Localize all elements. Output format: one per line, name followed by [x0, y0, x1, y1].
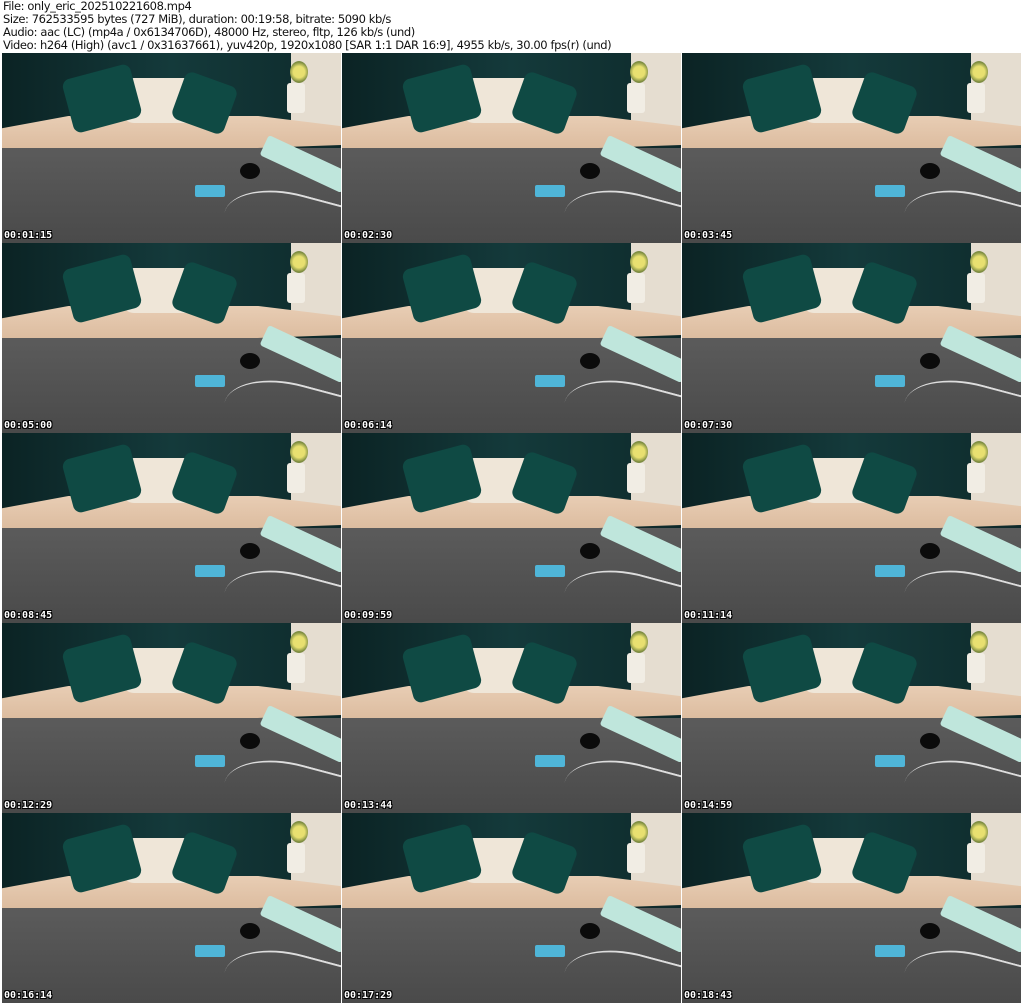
- video-thumbnail[interactable]: 00:08:45: [2, 433, 341, 623]
- flowers: [290, 821, 308, 843]
- vase: [967, 463, 985, 493]
- flowers: [630, 631, 648, 653]
- vase: [967, 273, 985, 303]
- vase: [287, 273, 305, 303]
- device: [195, 755, 225, 767]
- timestamp: 00:09:59: [344, 610, 393, 621]
- vase: [627, 843, 645, 873]
- mouse: [920, 163, 940, 179]
- thumbnail-grid: 00:01:15 00:02:30 00:03:45 00:05:00 00:06:14…: [2, 53, 1021, 1003]
- device: [535, 755, 565, 767]
- flowers: [290, 251, 308, 273]
- timestamp: 00:16:14: [4, 990, 53, 1001]
- device: [535, 375, 565, 387]
- mouse: [240, 163, 260, 179]
- video-thumbnail[interactable]: 00:17:29: [342, 813, 681, 1003]
- timestamp: 00:05:00: [4, 420, 53, 431]
- vase: [287, 83, 305, 113]
- video-thumbnail[interactable]: 00:03:45: [682, 53, 1021, 243]
- mouse: [920, 923, 940, 939]
- mouse: [580, 733, 600, 749]
- device: [875, 375, 905, 387]
- mouse: [580, 163, 600, 179]
- vase: [967, 653, 985, 683]
- video-thumbnail[interactable]: 00:05:00: [2, 243, 341, 433]
- video-thumbnail[interactable]: 00:01:15: [2, 53, 341, 243]
- vase: [627, 273, 645, 303]
- vase: [287, 463, 305, 493]
- vase: [627, 463, 645, 493]
- mouse: [920, 543, 940, 559]
- video-thumbnail[interactable]: 00:09:59: [342, 433, 681, 623]
- mouse: [580, 923, 600, 939]
- file-info: File: only_eric_202510221608.mp4 Size: 7…: [3, 0, 612, 52]
- flowers: [970, 441, 988, 463]
- flowers: [630, 251, 648, 273]
- device: [195, 565, 225, 577]
- timestamp: 00:01:15: [4, 230, 53, 241]
- flowers: [970, 631, 988, 653]
- device: [875, 755, 905, 767]
- device: [875, 945, 905, 957]
- video-thumbnail[interactable]: 00:11:14: [682, 433, 1021, 623]
- timestamp: 00:08:45: [4, 610, 53, 621]
- vase: [967, 843, 985, 873]
- timestamp: 00:03:45: [684, 230, 733, 241]
- device: [195, 185, 225, 197]
- video-thumbnail[interactable]: 00:07:30: [682, 243, 1021, 433]
- video-thumbnail[interactable]: 00:16:14: [2, 813, 341, 1003]
- device: [535, 185, 565, 197]
- video-thumbnail[interactable]: 00:12:29: [2, 623, 341, 813]
- device: [535, 945, 565, 957]
- timestamp: 00:14:59: [684, 800, 733, 811]
- timestamp: 00:06:14: [344, 420, 393, 431]
- mouse: [240, 353, 260, 369]
- mouse: [240, 733, 260, 749]
- vase: [627, 653, 645, 683]
- timestamp: 00:18:43: [684, 990, 733, 1001]
- timestamp: 00:17:29: [344, 990, 393, 1001]
- flowers: [290, 631, 308, 653]
- flowers: [290, 441, 308, 463]
- flowers: [630, 441, 648, 463]
- video-thumbnail[interactable]: 00:13:44: [342, 623, 681, 813]
- video-thumbnail[interactable]: 00:06:14: [342, 243, 681, 433]
- flowers: [630, 61, 648, 83]
- device: [875, 185, 905, 197]
- flowers: [970, 821, 988, 843]
- device: [195, 945, 225, 957]
- vase: [627, 83, 645, 113]
- mouse: [580, 353, 600, 369]
- flowers: [290, 61, 308, 83]
- timestamp: 00:12:29: [4, 800, 53, 811]
- video-thumbnail[interactable]: 00:14:59: [682, 623, 1021, 813]
- device: [195, 375, 225, 387]
- mouse: [580, 543, 600, 559]
- vase: [287, 653, 305, 683]
- timestamp: 00:13:44: [344, 800, 393, 811]
- video-info: Video: h264 (High) (avc1 / 0x31637661), …: [3, 38, 612, 52]
- device: [875, 565, 905, 577]
- flowers: [970, 251, 988, 273]
- video-thumbnail[interactable]: 00:02:30: [342, 53, 681, 243]
- mouse: [920, 353, 940, 369]
- flowers: [630, 821, 648, 843]
- vase: [967, 83, 985, 113]
- timestamp: 00:11:14: [684, 610, 733, 621]
- device: [535, 565, 565, 577]
- video-thumbnail[interactable]: 00:18:43: [682, 813, 1021, 1003]
- mouse: [920, 733, 940, 749]
- flowers: [970, 61, 988, 83]
- mouse: [240, 543, 260, 559]
- mouse: [240, 923, 260, 939]
- timestamp: 00:07:30: [684, 420, 733, 431]
- vase: [287, 843, 305, 873]
- timestamp: 00:02:30: [344, 230, 393, 241]
